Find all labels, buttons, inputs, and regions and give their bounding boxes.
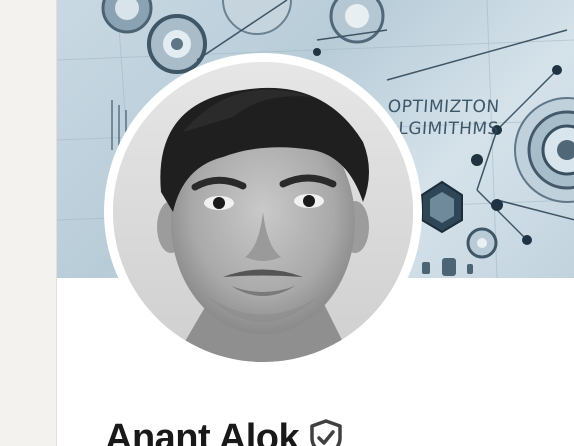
banner-caption: OPTIMIZTON ALGIMITHMS xyxy=(385,96,501,140)
profile-card: OPTIMIZTON ALGIMITHMS Anant Alok xyxy=(56,0,574,446)
avatar-portrait xyxy=(113,62,413,362)
shield-check-icon[interactable] xyxy=(309,419,343,446)
banner-caption-line1: OPTIMIZTON xyxy=(387,97,501,117)
profile-name: Anant Alok xyxy=(105,416,300,446)
profile-name-row: Anant Alok xyxy=(105,416,343,446)
left-gutter xyxy=(0,0,56,446)
profile-page: OPTIMIZTON ALGIMITHMS Anant Alok xyxy=(0,0,574,446)
profile-photo[interactable] xyxy=(113,62,413,362)
